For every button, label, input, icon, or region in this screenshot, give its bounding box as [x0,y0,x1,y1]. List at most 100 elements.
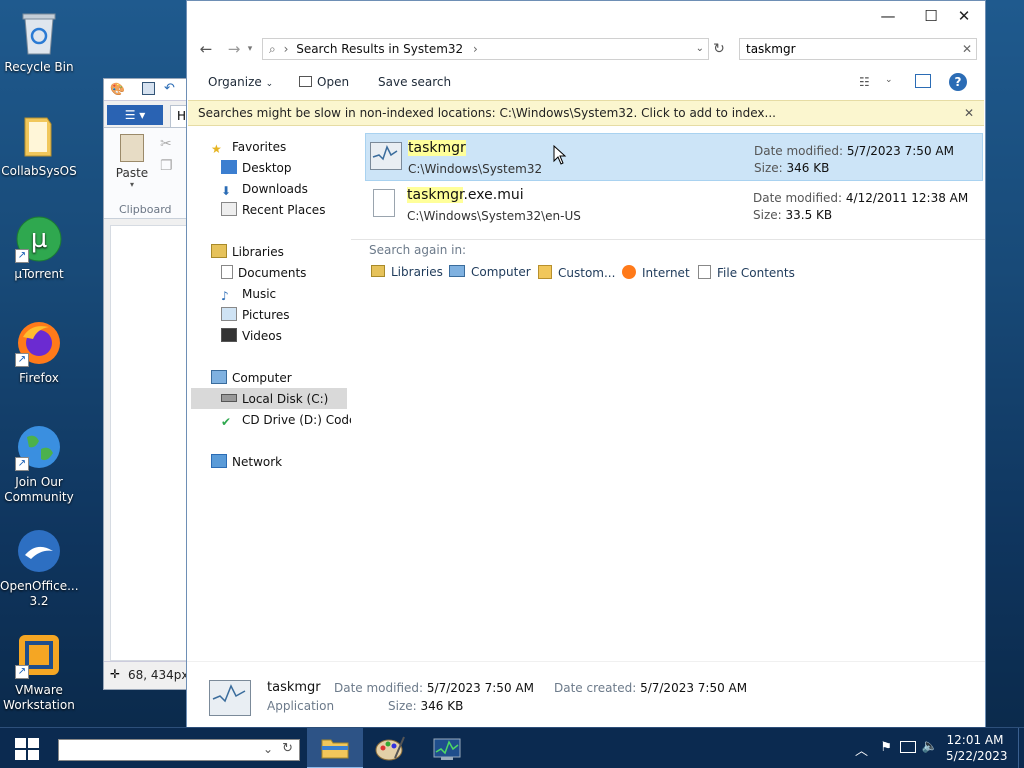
paint-palette-icon [375,736,405,761]
start-button[interactable] [0,728,54,768]
paint-file-menu-button[interactable]: ☰ ▾ [107,105,163,125]
nav-libraries[interactable]: Libraries [211,242,284,262]
refresh-icon[interactable]: ↻ [709,39,729,59]
paint-undo-icon[interactable]: ↶ [164,81,175,96]
refresh-icon[interactable]: ↻ [282,741,293,756]
result-modified: Date modified: 4/12/2011 12:38 AM [753,191,968,205]
network-icon[interactable] [900,741,916,753]
taskbar-file-explorer[interactable] [307,728,363,768]
cursor-coordinates: 68, 434px [128,668,189,682]
navigation-pane: ★ Favorites Desktop ⬇ Downloads Recent Pla… [187,131,364,659]
cut-icon[interactable]: ✂ [160,136,172,152]
search-again-custom[interactable]: Custom... [538,265,615,280]
volume-muted-icon[interactable]: 🔈 [922,739,938,754]
clear-search-icon[interactable]: ✕ [962,39,972,59]
help-icon[interactable]: ? [949,73,967,91]
breadcrumb-chevron-icon[interactable]: › [284,42,289,56]
paint-save-icon[interactable] [142,82,155,95]
nav-downloads[interactable]: ⬇ Downloads [221,179,308,199]
meta-label: Date created: [554,681,637,695]
copy-icon[interactable]: ❐ [160,158,173,174]
paint-tool-icon[interactable]: 🎨 [110,82,125,96]
desktop-icon-label: Recycle Bin [4,60,74,74]
desktop-icon [221,160,237,174]
desktop-icon-openoffice[interactable]: OpenOffice... 3.2 [0,527,79,609]
title-bar[interactable]: — ☐ ✕ [187,1,985,31]
list-item[interactable]: taskmgr.exe.mui C:\Windows\System32\en-U… [365,181,983,229]
search-input[interactable]: taskmgr ✕ [739,38,977,60]
index-info-bar[interactable]: Searches might be slow in non-indexed lo… [188,100,984,126]
details-created: Date created: 5/7/2023 7:50 AM [554,681,747,695]
result-name: taskmgr.exe.mui [407,187,524,203]
firefox-icon: ↗ [15,319,63,367]
results-divider [351,239,985,240]
desktop-icon-recycle-bin[interactable]: Recycle Bin [0,8,78,75]
nav-pictures[interactable]: Pictures [221,305,290,325]
search-again-computer[interactable]: Computer [449,265,531,279]
close-button[interactable]: ✕ [947,5,981,27]
paint-window[interactable]: 🎨 ↶ ☰ ▾ H Paste ▾ ✂ ❐ Clipboard ✛ 68, 43… [103,78,194,690]
organize-label: Organize [208,75,262,89]
nav-network[interactable]: Network [211,452,282,472]
desktop-icon-utorrent[interactable]: µ ↗ µTorrent [0,215,78,282]
taskbar-search-input[interactable]: ⌄ ↻ [58,739,300,761]
nav-videos[interactable]: Videos [221,326,282,346]
nav-label: Computer [232,371,292,385]
search-again-file-contents[interactable]: File Contents [698,265,795,280]
desktop-icon-join-community[interactable]: ↗ Join Our Community [0,423,78,505]
desktop-icon-firefox[interactable]: ↗ Firefox [0,319,78,386]
result-path: C:\Windows\System32 [408,162,543,176]
nav-cd-drive[interactable]: ✔ CD Drive (D:) Coden [221,410,364,430]
minimize-button[interactable]: — [871,5,905,27]
nav-label: Downloads [242,182,308,196]
taskbar-task-manager[interactable] [419,728,475,768]
search-again-libraries[interactable]: Libraries [371,265,443,279]
shortcut-arrow-icon: ↗ [15,249,29,263]
back-button[interactable]: ← [194,39,218,59]
breadcrumb-chevron-icon[interactable]: › [473,42,478,56]
chevron-down-icon[interactable]: ⌄ [263,742,273,756]
clock[interactable]: 12:01 AM 5/22/2023 [946,732,1008,764]
meta-value: 5/7/2023 7:50 AM [846,144,954,158]
save-search-button[interactable]: Save search [378,75,451,89]
paste-button[interactable]: Paste ▾ [114,134,150,189]
action-center-flag-icon[interactable]: ⚑ [880,740,892,755]
search-icon: ⌕ [269,42,276,56]
globe-icon: ↗ [15,423,63,471]
address-bar[interactable]: ⌕ › Search Results in System32 › ⌄ [262,38,709,60]
meta-label: Date modified: [754,144,844,158]
search-again-internet[interactable]: Internet [622,265,690,280]
paint-canvas[interactable] [110,225,190,661]
nav-recent-places[interactable]: Recent Places [221,200,325,220]
search-again-item-label: Computer [471,265,531,279]
view-options-chevron-icon[interactable]: ⌄ [885,75,893,85]
desktop-icon-vmware[interactable]: ↗ VMware Workstation [0,631,78,713]
recent-locations-chevron-icon[interactable]: ▾ [243,39,257,59]
close-infobar-icon[interactable]: ✕ [964,101,974,125]
explorer-window[interactable]: — ☐ ✕ ← → ▾ ⌕ › Search Results in System… [186,0,986,727]
paste-label: Paste [115,166,149,180]
change-view-icon[interactable]: ☷ [859,75,870,89]
nav-documents[interactable]: Documents [221,263,306,283]
firefox-icon [622,265,636,279]
organize-button[interactable]: Organize ⌄ [208,75,273,89]
result-name-match: taskmgr [408,140,466,156]
address-dropdown-icon[interactable]: ⌄ [696,39,704,59]
show-desktop-button[interactable] [1018,728,1024,768]
maximize-button[interactable]: ☐ [914,5,948,27]
breadcrumb-search-results[interactable]: Search Results in System32 [296,42,463,56]
nav-computer[interactable]: Computer [211,368,292,388]
preview-pane-icon[interactable] [915,74,931,88]
nav-desktop[interactable]: Desktop [221,158,292,178]
open-button[interactable]: Open [299,75,349,89]
list-item[interactable]: taskmgr C:\Windows\System32 Date modifie… [365,133,983,181]
show-hidden-icons-chevron-icon[interactable]: ︿ [855,740,868,759]
desktop-icon-collabsysos[interactable]: CollabSysOS [0,112,78,179]
nav-local-disk[interactable]: Local Disk (C:) [221,389,328,409]
nav-favorites[interactable]: ★ Favorites [211,137,286,157]
taskbar-paint[interactable] [363,728,419,768]
meta-value: 346 KB [786,161,830,175]
nav-music[interactable]: ♪ Music [221,284,276,304]
cd-drive-icon: ✔ [221,415,232,429]
details-file-name: taskmgr [267,680,321,695]
